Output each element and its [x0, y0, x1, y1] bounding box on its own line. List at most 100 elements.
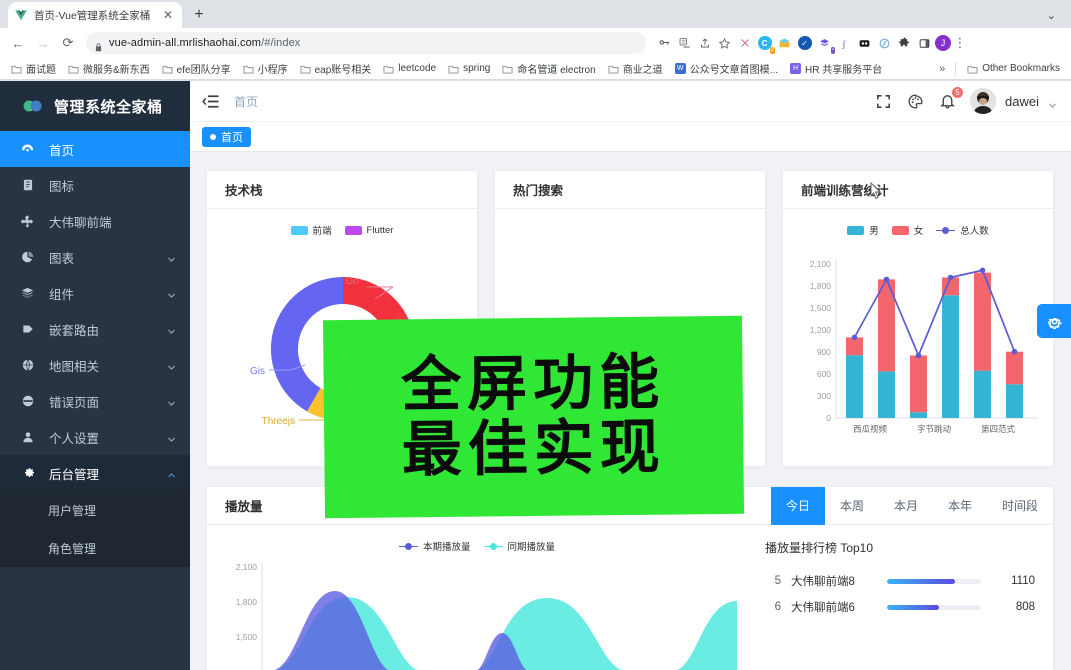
bookmark-item[interactable]: efe团队分享 [157, 60, 236, 77]
extension-puzzle-icon[interactable] [895, 34, 914, 53]
bookmark-item[interactable]: eap账号相关 [295, 60, 377, 77]
folder-icon [383, 64, 394, 74]
rank-name: 大伟聊前端8 [791, 576, 855, 588]
browser-menu-icon[interactable]: ⋮ [952, 35, 968, 51]
window-expand-icon[interactable]: ⌄ [1040, 9, 1063, 22]
svg-text:1,200: 1,200 [810, 325, 832, 335]
share-icon[interactable] [695, 34, 714, 53]
tag-item-home[interactable]: 首页 [202, 126, 251, 147]
browser-tab[interactable]: 首页-Vue管理系统全家桶 ✕ [8, 2, 182, 28]
bookmark-item[interactable]: spring [443, 62, 495, 75]
extension-wallet-icon[interactable] [775, 34, 794, 53]
y-tick-label: 1,800 [236, 597, 258, 607]
avatar [970, 88, 997, 114]
bookmark-item[interactable]: 商业之道 [603, 60, 668, 77]
card-body: 男 女 总人数 2,100 1,800 1,500 1,200 900 600 … [783, 209, 1053, 464]
time-range-tabs: 今日 本周 本月 本年 时间段 [770, 487, 1053, 525]
side-panel-icon[interactable] [915, 34, 934, 53]
extension-check-icon[interactable]: ✓ [795, 34, 814, 53]
sidebar-item-charts[interactable]: 图表 [0, 239, 190, 275]
extension-j-icon[interactable]: ʃ [835, 34, 854, 53]
sidebar-brand[interactable]: 管理系统全家桶 [0, 81, 190, 131]
bookmark-label: 小程序 [257, 65, 288, 76]
dashboard-icon [20, 142, 35, 157]
legend-item[interactable]: 前端 [290, 223, 332, 237]
sidebar-subitem-role-management[interactable]: 角色管理 [0, 529, 190, 567]
bell-icon[interactable]: 5 [938, 86, 965, 110]
sidebar-item-components[interactable]: 组件 [0, 275, 190, 311]
extension-panda-icon[interactable] [855, 34, 874, 53]
bookmark-label: HR 共享服务平台 [805, 65, 883, 76]
bookmark-item[interactable]: W 公众号文章首图模... [670, 60, 783, 77]
key-icon[interactable] [655, 34, 674, 53]
tag-dot-icon [210, 133, 216, 140]
extension-layers-icon[interactable]: ▫ [815, 34, 835, 54]
donut-label-gis: Gis [250, 366, 265, 377]
legend-item[interactable]: 本期播放量 [398, 539, 471, 553]
rank-value: 808 [1015, 601, 1035, 613]
new-tab-button[interactable]: + [186, 2, 212, 28]
extension-x-icon[interactable] [735, 34, 754, 53]
extension-circle-icon[interactable] [875, 34, 894, 53]
folder-icon [68, 64, 79, 74]
address-bar[interactable]: vue-admin-all.mrlishaohai.com/#/index [86, 32, 646, 54]
back-button[interactable]: ← [7, 32, 29, 54]
url-host: vue-admin-all.mrlishaohai.com [109, 37, 262, 49]
globe-icon [20, 358, 35, 373]
bookmark-item[interactable]: 小程序 [238, 60, 293, 77]
sidebar-item-map[interactable]: 地图相关 [0, 347, 190, 383]
sidebar-subitem-user-management[interactable]: 用户管理 [0, 491, 190, 529]
legend-item[interactable]: 女 [891, 223, 923, 237]
legend-item[interactable]: 总人数 [936, 223, 989, 237]
collapse-menu-icon[interactable] [202, 94, 220, 108]
area-chart-pane: 本期播放量 同期播放量 2,100 1,800 1,500 [207, 525, 747, 670]
rank-value: 1110 [1011, 575, 1035, 587]
legend-item[interactable]: Flutter [344, 225, 393, 236]
chevron-up-icon [167, 469, 176, 478]
reload-button[interactable]: ⟳ [57, 32, 79, 54]
fullscreen-icon[interactable] [874, 92, 892, 110]
sidebar-item-nested-routes[interactable]: 嵌套路由 [0, 311, 190, 347]
bookmark-label: leetcode [398, 63, 437, 74]
pie-chart-icon [20, 250, 35, 265]
tab-strip: 首页-Vue管理系统全家桶 ✕ + ⌄ [0, 0, 1071, 28]
sidebar-item-personal-settings[interactable]: 个人设置 [0, 419, 190, 455]
bookmark-item[interactable]: 微服务&新东西 [63, 60, 155, 77]
legend-line-marker [398, 542, 418, 551]
gear-icon [1047, 317, 1063, 329]
settings-panel-button[interactable] [1037, 304, 1071, 338]
tab-this-month[interactable]: 本月 [879, 487, 933, 525]
tab-time-range[interactable]: 时间段 [987, 487, 1053, 525]
sidebar-item-dawei-frontend[interactable]: 大伟聊前端 [0, 203, 190, 239]
bookmark-star-icon[interactable] [715, 34, 734, 53]
tab-this-year[interactable]: 本年 [933, 487, 987, 525]
tab-today[interactable]: 今日 [770, 487, 825, 525]
bookmark-item[interactable]: H HR 共享服务平台 [785, 60, 887, 77]
tab-this-week[interactable]: 本周 [825, 487, 879, 525]
forward-button[interactable]: → [32, 32, 54, 54]
bookmark-item[interactable]: leetcode [378, 62, 441, 75]
bookmarks-overflow-button[interactable]: » [935, 63, 949, 75]
legend-label: 前端 [312, 226, 332, 237]
sidebar-item-error-pages[interactable]: 错误页面 [0, 383, 190, 419]
bookmark-label: efe团队分享 [176, 65, 231, 76]
palette-icon[interactable] [906, 92, 924, 110]
y-tick-label: 1,500 [236, 632, 258, 642]
bookmark-item[interactable]: 命名管道 electron [497, 60, 600, 77]
other-bookmarks-folder[interactable]: Other Bookmarks [962, 62, 1065, 75]
profile-avatar[interactable]: J [935, 35, 951, 51]
table-row[interactable]: 6 大伟聊前端6 808 [747, 594, 1053, 620]
legend-item[interactable]: 男 [847, 223, 879, 237]
bookmark-item[interactable]: 面试题 [6, 60, 61, 77]
translate-icon[interactable]: 文 [675, 34, 694, 53]
legend-item[interactable]: 同期播放量 [483, 539, 555, 553]
user-menu[interactable]: dawei [970, 88, 1057, 114]
sidebar-item-home[interactable]: 首页 [0, 131, 190, 167]
sidebar-item-icons[interactable]: 图标 [0, 167, 190, 203]
table-row[interactable]: 5 大伟聊前端8 1110 [747, 568, 1053, 594]
sidebar-item-label: 个人设置 [49, 431, 100, 446]
sidebar-item-admin[interactable]: 后台管理 [0, 455, 190, 491]
extension-c-icon[interactable]: C 2 [755, 34, 775, 54]
close-icon[interactable]: ✕ [160, 9, 176, 21]
folder-icon [448, 64, 459, 74]
